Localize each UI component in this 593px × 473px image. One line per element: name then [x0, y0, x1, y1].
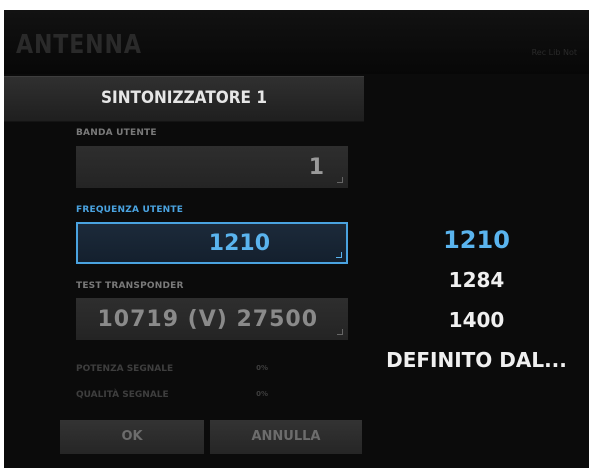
- test-transponder-value: 10719 (V) 27500: [97, 307, 318, 332]
- qualita-segnale-value: 0%: [256, 390, 268, 398]
- banda-utente-value: 1: [308, 155, 324, 180]
- frequency-option[interactable]: 1210: [364, 220, 589, 260]
- dropdown-corner-icon: [337, 329, 343, 335]
- test-transponder-label: TEST TRANSPONDER: [76, 281, 184, 291]
- ok-button[interactable]: OK: [60, 420, 204, 454]
- frequency-option[interactable]: 1284: [364, 260, 589, 300]
- potenza-segnale-label: POTENZA SEGNALE: [76, 364, 174, 374]
- top-bar: ANTENNA Rec Lib Not: [4, 10, 589, 74]
- app-title: ANTENNA: [16, 30, 142, 60]
- potenza-segnale-value: 0%: [256, 364, 268, 372]
- annulla-button[interactable]: ANNULLA: [210, 420, 362, 454]
- frequency-option[interactable]: DEFINITO DAL...: [364, 340, 589, 380]
- frequency-options-list: 1210 1284 1400 DEFINITO DAL...: [364, 220, 589, 380]
- potenza-segnale-row: POTENZA SEGNALE 0%: [76, 364, 348, 374]
- tv-screen: ANTENNA Rec Lib Not SINTONIZZATORE 1 BAN…: [4, 10, 589, 468]
- dropdown-corner-icon: [337, 177, 343, 183]
- qualita-segnale-row: QUALITÀ SEGNALE 0%: [76, 390, 348, 400]
- dialog-header: SINTONIZZATORE 1: [4, 76, 364, 122]
- frequency-option[interactable]: 1400: [364, 300, 589, 340]
- dropdown-corner-icon: [336, 252, 342, 258]
- dialog-title: SINTONIZZATORE 1: [101, 88, 267, 108]
- qualita-segnale-label: QUALITÀ SEGNALE: [76, 390, 169, 400]
- frequenza-utente-field[interactable]: 1210: [76, 222, 348, 264]
- frequenza-utente-value: 1210: [208, 231, 270, 256]
- banda-utente-label: BANDA UTENTE: [76, 128, 157, 138]
- test-transponder-field[interactable]: 10719 (V) 27500: [76, 298, 348, 340]
- top-right-hint: Rec Lib Not: [531, 48, 577, 57]
- banda-utente-field[interactable]: 1: [76, 146, 348, 188]
- frequenza-utente-label: FREQUENZA UTENTE: [76, 205, 184, 215]
